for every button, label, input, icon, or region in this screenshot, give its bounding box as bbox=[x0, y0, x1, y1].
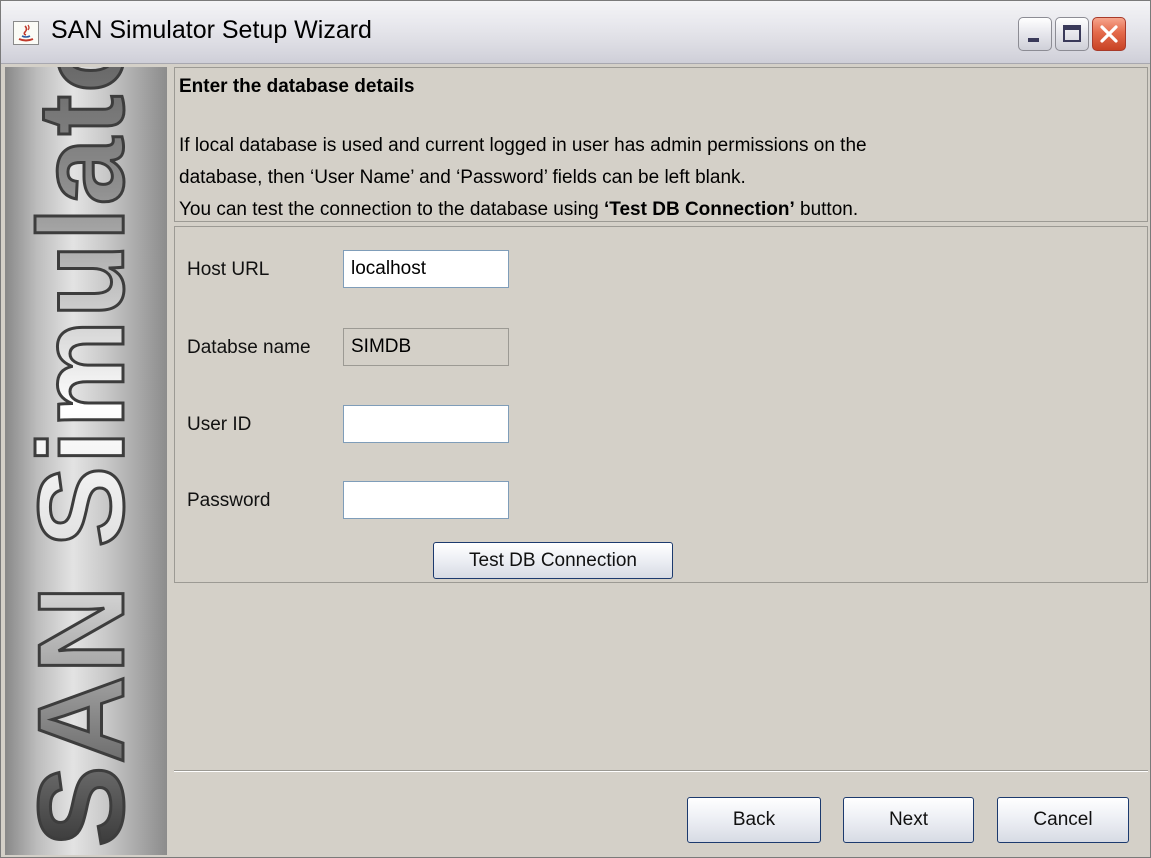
database-name-label: Databse name bbox=[187, 337, 311, 358]
san-simulator-logo: SAN Simulator bbox=[12, 67, 151, 849]
description-line-3-prefix: You can test the connection to the datab… bbox=[179, 199, 605, 220]
database-form-panel: Host URL Databse name User ID Password T… bbox=[174, 226, 1148, 583]
wizard-window: SAN Simulator Setup Wizard SAN Simulator… bbox=[0, 0, 1151, 858]
user-id-field[interactable] bbox=[343, 405, 509, 443]
header-panel: Enter the database details If local data… bbox=[174, 67, 1148, 222]
maximize-button[interactable] bbox=[1055, 17, 1089, 51]
host-url-field[interactable] bbox=[343, 250, 509, 288]
test-db-connection-button[interactable]: Test DB Connection bbox=[433, 542, 673, 579]
title-bar[interactable]: SAN Simulator Setup Wizard bbox=[1, 1, 1150, 64]
san-simulator-banner: SAN Simulator bbox=[5, 67, 167, 855]
password-label: Password bbox=[187, 490, 271, 511]
page-title: Enter the database details bbox=[179, 76, 415, 97]
description-line-3: You can test the connection to the datab… bbox=[179, 199, 858, 221]
footer-divider bbox=[174, 770, 1148, 772]
java-app-icon bbox=[13, 21, 39, 45]
close-button[interactable] bbox=[1092, 17, 1126, 51]
maximize-icon bbox=[1063, 25, 1081, 42]
minimize-button[interactable] bbox=[1018, 17, 1052, 51]
next-button[interactable]: Next bbox=[843, 797, 974, 843]
host-url-label: Host URL bbox=[187, 259, 270, 280]
cancel-button[interactable]: Cancel bbox=[997, 797, 1129, 843]
svg-text:SAN Simulator: SAN Simulator bbox=[13, 67, 149, 847]
close-icon bbox=[1100, 25, 1118, 43]
description-line-3-bold: ‘Test DB Connection’ bbox=[604, 199, 795, 220]
user-id-label: User ID bbox=[187, 414, 252, 435]
window-title: SAN Simulator Setup Wizard bbox=[51, 16, 372, 44]
back-button[interactable]: Back bbox=[687, 797, 821, 843]
password-field[interactable] bbox=[343, 481, 509, 519]
content-spacer bbox=[174, 586, 1148, 769]
minimize-icon bbox=[1028, 38, 1039, 42]
description-line-3-suffix: button. bbox=[794, 199, 859, 220]
description-line-1: If local database is used and current lo… bbox=[179, 135, 867, 156]
database-name-field bbox=[343, 328, 509, 366]
description-line-2: database, then ‘User Name’ and ‘Password… bbox=[179, 167, 746, 188]
